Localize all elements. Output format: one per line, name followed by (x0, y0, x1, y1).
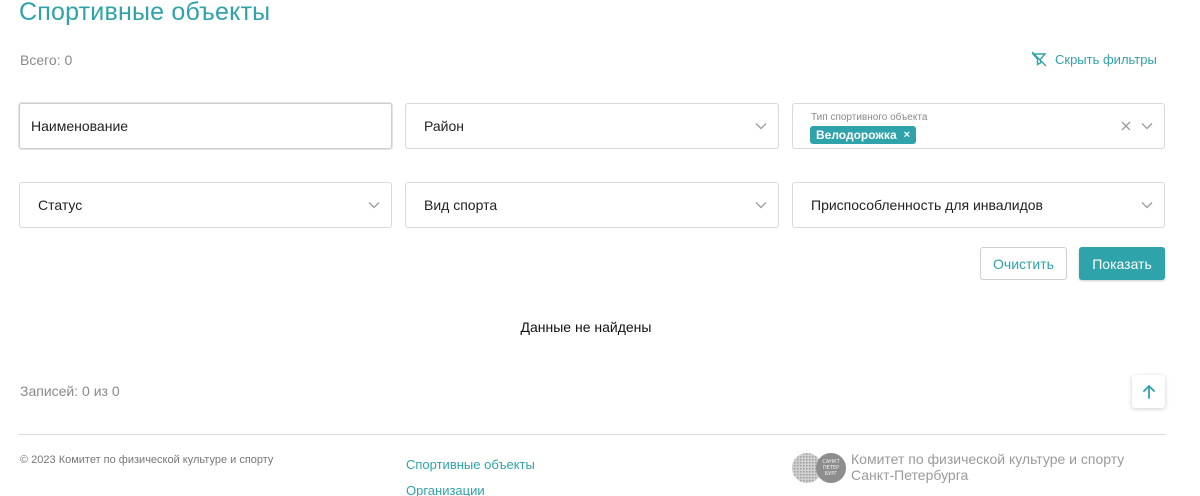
district-select-label: Район (424, 118, 464, 134)
scroll-to-top-button[interactable] (1132, 375, 1165, 408)
show-button[interactable]: Показать (1079, 247, 1165, 280)
empty-state-message: Данные не найдены (520, 319, 652, 335)
page-title: Спортивные объекты (19, 0, 271, 26)
chip-remove-icon[interactable]: × (904, 129, 910, 141)
name-input[interactable]: Наименование (19, 103, 392, 149)
status-select-label: Статус (38, 197, 83, 213)
name-input-placeholder: Наименование (31, 118, 129, 134)
chevron-down-icon (1141, 202, 1153, 209)
selected-chip[interactable]: Велодорожка × (810, 126, 917, 144)
sport-kind-select[interactable]: Вид спорта (405, 182, 779, 228)
total-count: Всего: 0 (20, 52, 73, 68)
chevron-down-icon (368, 202, 380, 209)
footer-link-organizations[interactable]: Организации (406, 483, 485, 496)
clear-button[interactable]: Очистить (980, 247, 1067, 280)
sport-object-type-select[interactable]: Тип спортивного объекта Велодорожка × (792, 103, 1165, 149)
sport-kind-select-label: Вид спорта (424, 197, 498, 213)
accessibility-select[interactable]: Приспособленность для инвалидов (792, 182, 1165, 228)
records-count: Записей: 0 из 0 (20, 383, 120, 399)
filter-off-icon (1031, 51, 1047, 67)
logo-text-3: БУРГ (825, 471, 838, 477)
footer-org-line2: Санкт-Петербурга (851, 467, 969, 483)
sport-object-type-label: Тип спортивного объекта (811, 112, 928, 123)
chevron-down-icon (755, 123, 767, 130)
spb-logo: САНКТ ПЕТЕР БУРГ (792, 453, 846, 483)
footer-divider (19, 434, 1166, 435)
copyright: © 2023 Комитет по физической культуре и … (20, 454, 274, 466)
district-select[interactable]: Район (405, 103, 779, 149)
close-icon[interactable] (1121, 121, 1131, 131)
chevron-down-icon (755, 202, 767, 209)
hide-filters-button[interactable]: Скрыть фильтры (1031, 51, 1157, 67)
hide-filters-label: Скрыть фильтры (1055, 51, 1157, 67)
status-select[interactable]: Статус (19, 182, 392, 228)
selected-chip-label: Велодорожка (816, 128, 897, 142)
footer-org-line1: Комитет по физической культуре и спорту (851, 451, 1125, 467)
arrow-up-icon (1142, 384, 1155, 399)
footer-link-sport-objects[interactable]: Спортивные объекты (406, 457, 535, 472)
accessibility-select-label: Приспособленность для инвалидов (811, 197, 1043, 213)
footer-org-name: Комитет по физической культуре и спорту … (851, 451, 1124, 483)
chevron-down-icon (1141, 123, 1153, 130)
